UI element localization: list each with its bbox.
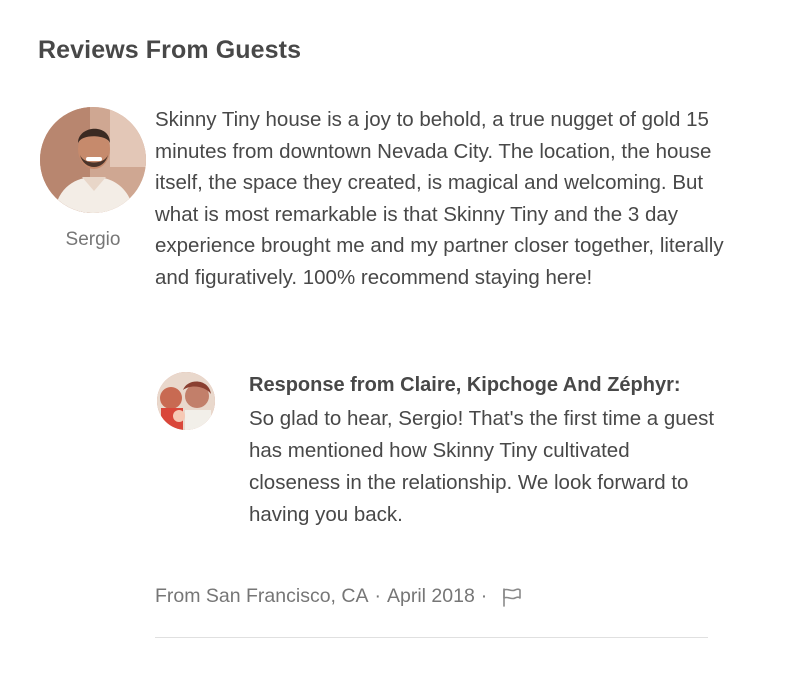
flag-icon: [503, 587, 522, 607]
review-date: April 2018: [386, 585, 475, 607]
host-avatar[interactable]: [157, 372, 215, 430]
guest-avatar-photo-icon: [40, 107, 146, 213]
response-heading: Response from Claire, Kipchoge And Zéphy…: [249, 374, 681, 396]
reviewer-avatar[interactable]: [40, 107, 146, 213]
host-avatar-photo-icon: [157, 372, 215, 430]
review-meta: From San Francisco, CA · April 2018 ·: [155, 585, 523, 608]
reviewer-location: From San Francisco, CA: [155, 585, 369, 607]
meta-separator: ·: [374, 585, 381, 607]
response-body: Response from Claire, Kipchoge And Zéphy…: [249, 370, 719, 531]
reviewer: Sergio: [38, 107, 148, 251]
divider: [155, 637, 708, 638]
report-flag-button[interactable]: [501, 587, 523, 607]
review-text: Skinny Tiny house is a joy to behold, a …: [155, 108, 724, 289]
section-title: Reviews From Guests: [38, 36, 302, 64]
reviewer-name[interactable]: Sergio: [38, 229, 148, 251]
response-text: So glad to hear, Sergio! That's the firs…: [249, 407, 715, 526]
meta-separator: ·: [480, 585, 488, 607]
